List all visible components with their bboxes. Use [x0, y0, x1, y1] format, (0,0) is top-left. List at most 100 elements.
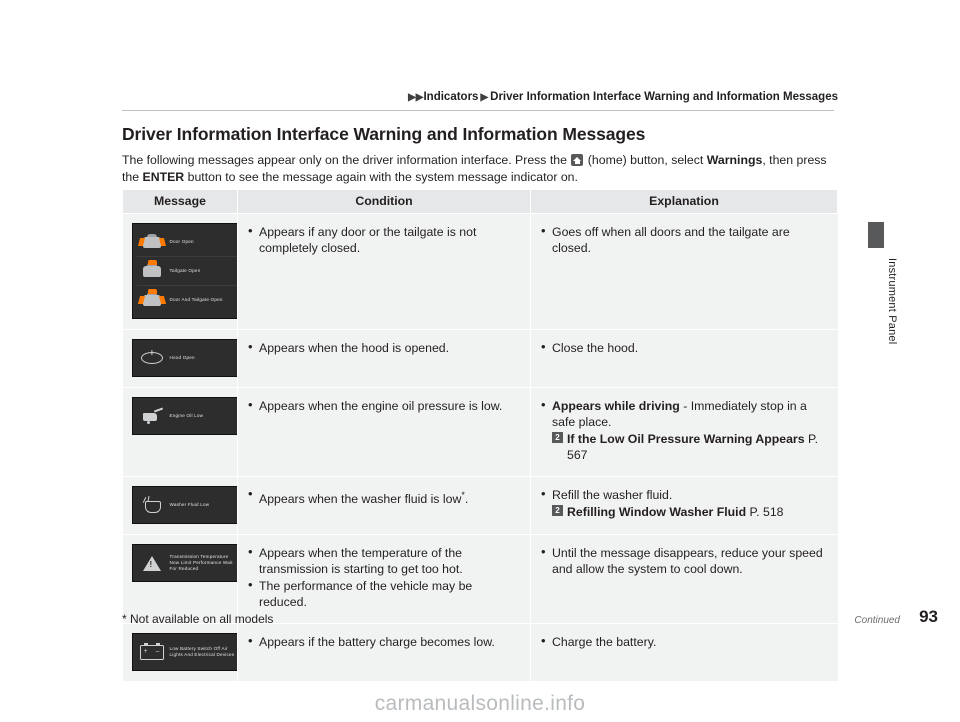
table-row: Engine Oil Low Appears when the engine o…	[122, 387, 838, 477]
intro-bold-enter: ENTER	[142, 170, 185, 184]
washer-fluid-icon	[139, 494, 165, 516]
battery-icon: + –	[139, 641, 165, 663]
condition-item: Appears when the hood is opened.	[248, 339, 520, 356]
display-line-label: Hood Open	[169, 355, 195, 360]
condition-cell: Appears if the battery charge becomes lo…	[237, 623, 531, 682]
display-line: Door And Tailgate Open	[136, 285, 241, 314]
display-line: + – Low Battery Switch Off Air Lights And…	[137, 638, 241, 666]
message-cell: + – Low Battery Switch Off Air Lights And…	[122, 623, 246, 682]
display-line-label: Door Open	[169, 239, 194, 244]
intro-text-1: The following messages appear only on th…	[122, 153, 571, 167]
display-line: Tailgate Open	[136, 256, 241, 285]
table-row: + – Low Battery Switch Off Air Lights And…	[122, 623, 838, 682]
reference-page: P. 518	[749, 505, 784, 519]
explanation-item: Appears while driving - Immediately stop…	[541, 397, 828, 463]
display-line-label: Washer Fluid Low	[169, 502, 210, 507]
condition-text: Appears when the washer fluid is low	[259, 492, 462, 507]
intro-text-4: button to see the message again with the…	[184, 170, 578, 184]
display-image-doors: Door Open Tailgate Open Door And Tailgat…	[131, 223, 246, 319]
explanation-item: Goes off when all doors and the tailgate…	[541, 223, 828, 256]
explanation-item: Until the message disappears, reduce you…	[541, 544, 828, 577]
display-line-label: Engine Oil Low	[169, 413, 204, 418]
display-line-label: Tailgate Open	[169, 268, 201, 273]
intro-paragraph: The following messages appear only on th…	[122, 152, 834, 186]
table-row: Hood Open Appears when the hood is opene…	[122, 329, 838, 388]
car-door-and-tailgate-open-icon	[137, 288, 166, 311]
condition-item: The performance of the vehicle may be re…	[248, 577, 520, 610]
transmission-temperature-icon	[139, 552, 165, 574]
section-tab-marker	[868, 222, 884, 248]
condition-cell: Appears when the engine oil pressure is …	[237, 387, 531, 477]
display-image-transmission-temp: Transmission Temperature Now Limit Perfo…	[131, 544, 246, 582]
condition-cell: Appears if any door or the tailgate is n…	[237, 213, 531, 330]
explanation-item: Refill the washer fluid. 2 Refilling Win…	[541, 486, 828, 520]
oil-can-icon	[139, 405, 165, 427]
explanation-cell: Charge the battery.	[530, 623, 838, 682]
cross-reference[interactable]: 2 If the Low Oil Pressure Warning Appear…	[552, 431, 828, 463]
explanation-cell: Until the message disappears, reduce you…	[530, 534, 838, 624]
page-number: 93	[919, 607, 938, 626]
table-row: Washer Fluid Low Appears when the washer…	[122, 476, 838, 535]
breadcrumb-separator: ▶	[480, 92, 489, 103]
display-image-hood: Hood Open	[131, 339, 246, 377]
explanation-cell: Close the hood.	[530, 329, 838, 388]
watermark: carmanualsonline.info	[374, 692, 586, 715]
intro-bold-warnings: Warnings	[706, 153, 763, 167]
display-line-label: Transmission Temperature Now Limit Perfo…	[169, 554, 233, 571]
home-icon	[571, 154, 584, 166]
table-header-row: Message Condition Explanation	[122, 189, 838, 214]
display-image-washer-fluid: Washer Fluid Low	[131, 486, 246, 524]
display-line: Transmission Temperature Now Limit Perfo…	[137, 549, 241, 577]
reference-title: Refilling Window Washer Fluid	[567, 505, 747, 519]
column-header-explanation: Explanation	[530, 189, 838, 214]
reference-marker-icon: 2	[552, 505, 563, 516]
reference-marker-icon: 2	[552, 432, 563, 443]
explanation-cell: Goes off when all doors and the tailgate…	[530, 213, 838, 330]
message-cell: Engine Oil Low	[122, 387, 246, 477]
column-header-condition: Condition	[237, 189, 531, 214]
breadcrumb-arrow-2: ▶	[415, 92, 424, 103]
breadcrumb-item-indicators[interactable]: Indicators	[423, 91, 478, 103]
message-cell: Door Open Tailgate Open Door And Tailgat…	[122, 213, 246, 330]
explanation-cell: Refill the washer fluid. 2 Refilling Win…	[530, 476, 838, 535]
message-cell: Hood Open	[122, 329, 246, 388]
condition-item: Appears when the temperature of the tran…	[248, 544, 520, 577]
display-image-engine-oil: Engine Oil Low	[131, 397, 246, 435]
display-line-label: Door And Tailgate Open	[169, 297, 223, 302]
breadcrumb-arrow-1: ▶	[408, 92, 416, 103]
column-header-message: Message	[122, 189, 238, 214]
reference-title: If the Low Oil Pressure Warning Appears	[567, 432, 805, 446]
message-cell: Transmission Temperature Now Limit Perfo…	[122, 534, 246, 624]
table-row: Door Open Tailgate Open Door And Tailgat…	[122, 213, 838, 330]
header-divider	[122, 110, 834, 111]
condition-tail: .	[464, 492, 469, 507]
cross-reference[interactable]: 2 Refilling Window Washer Fluid P. 518	[552, 504, 828, 520]
explanation-bold: Appears while driving	[552, 399, 680, 413]
condition-item: Appears when the engine oil pressure is …	[248, 397, 520, 414]
display-line: Washer Fluid Low	[137, 491, 212, 519]
condition-cell: Appears when the washer fluid is low*.	[237, 476, 531, 535]
condition-item: Appears if any door or the tailgate is n…	[248, 223, 520, 256]
message-cell: Washer Fluid Low	[122, 476, 246, 535]
condition-item: Appears if the battery charge becomes lo…	[248, 633, 520, 650]
display-line: Door Open	[137, 228, 241, 256]
explanation-item: Charge the battery.	[541, 633, 828, 650]
messages-table: Message Condition Explanation Door Open	[122, 189, 838, 682]
hood-open-icon	[139, 347, 165, 369]
display-image-low-battery: + – Low Battery Switch Off Air Lights And…	[131, 633, 246, 671]
table-row: Transmission Temperature Now Limit Perfo…	[122, 534, 838, 624]
breadcrumb-item-current[interactable]: Driver Information Interface Warning and…	[490, 91, 838, 103]
breadcrumb: ▶▶Indicators ▶ Driver Information Interfac…	[408, 91, 838, 103]
page-title: Driver Information Interface Warning and…	[122, 124, 646, 144]
car-tailgate-open-icon	[139, 259, 165, 282]
footnote: * Not available on all models	[122, 612, 274, 626]
display-line-label: Low Battery Switch Off Air Lights And El…	[169, 646, 235, 657]
intro-text-2: (home) button, select	[584, 153, 707, 167]
condition-item: Appears when the washer fluid is low*.	[248, 486, 520, 507]
explanation-cell: Appears while driving - Immediately stop…	[530, 387, 838, 477]
condition-cell: Appears when the hood is opened.	[237, 329, 531, 388]
continued-label: Continued	[854, 615, 900, 626]
display-line: Engine Oil Low	[137, 402, 206, 430]
car-door-open-icon	[137, 231, 166, 253]
explanation-text: Refill the washer fluid.	[552, 488, 673, 502]
